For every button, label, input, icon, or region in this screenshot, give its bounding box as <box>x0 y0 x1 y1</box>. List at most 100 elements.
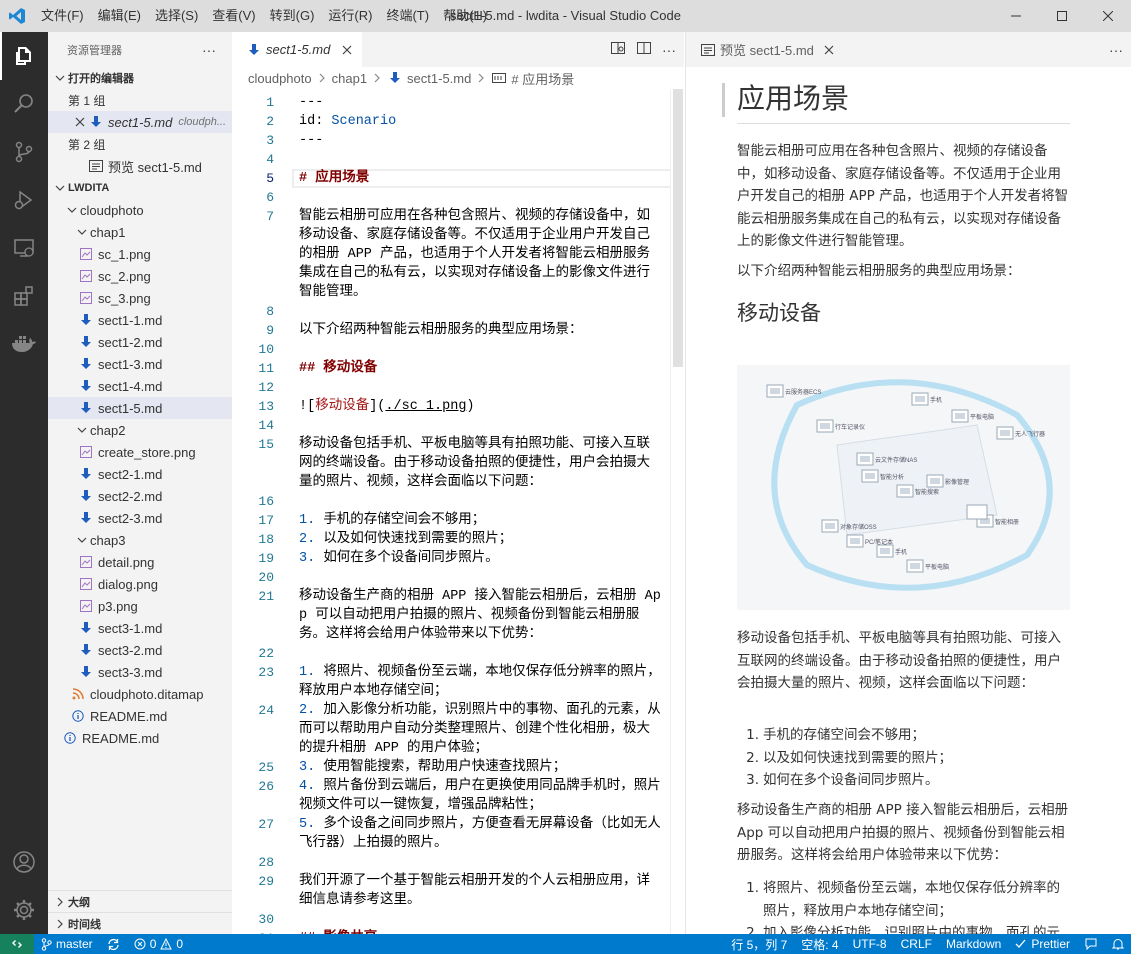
code-line: id: Scenario <box>299 114 397 129</box>
file-item[interactable]: cloudphoto.ditamap <box>48 683 232 705</box>
run-debug-icon[interactable] <box>0 176 48 224</box>
code-area[interactable]: 1 --- 2 id: Scenario 3 --- 4 5 # 应用场景 6 7 智能云相册可应用在… <box>232 89 684 934</box>
line-number: 21 <box>258 589 274 604</box>
line-number: 6 <box>266 190 274 205</box>
file-item[interactable]: README.md <box>48 727 232 749</box>
file-item[interactable]: sect1-5.md <box>48 397 232 419</box>
preview-paragraph: 智能云相册可应用在各种包含照片、视频的存储设备中，如移动设备、家庭存储设备等。不… <box>737 143 1069 249</box>
breadcrumb-item[interactable]: # 应用场景 <box>511 69 574 88</box>
close-window-button[interactable] <box>1085 0 1131 32</box>
folder-cloudphoto[interactable]: cloudphoto <box>48 199 232 221</box>
explorer-icon[interactable] <box>0 32 48 80</box>
diagram-label: 平板电脑 <box>925 563 949 571</box>
split-editor-icon[interactable] <box>636 40 652 59</box>
file-item[interactable]: sect1-4.md <box>48 375 232 397</box>
open-editor-item[interactable]: 预览 sect1-5.md <box>48 155 232 177</box>
folder-chap1[interactable]: chap1 <box>48 221 232 243</box>
file-item[interactable]: detail.png <box>48 551 232 573</box>
docker-icon[interactable] <box>0 320 48 368</box>
close-tab-icon[interactable] <box>824 45 834 55</box>
line-number: 22 <box>258 646 274 661</box>
file-item[interactable]: sc_1.png <box>48 243 232 265</box>
menu-item[interactable]: 文件(F) <box>34 0 91 32</box>
open-preview-to-side-icon[interactable] <box>610 40 626 59</box>
tab-sect1-5-md[interactable]: sect1-5.md <box>232 32 363 67</box>
image-file-icon <box>78 444 94 460</box>
md-image-url[interactable]: ./sc_1.png <box>385 399 466 414</box>
list-item: 3. 如何在多个设备间同步照片。 <box>737 769 1072 792</box>
indentation[interactable]: 空格: 4 <box>794 934 845 954</box>
timeline-section[interactable]: 时间线 <box>48 912 232 934</box>
encoding[interactable]: UTF-8 <box>846 934 894 954</box>
manage-gear-icon[interactable] <box>0 886 48 934</box>
line-number: 25 <box>258 760 274 775</box>
menu-item[interactable]: 终端(T) <box>379 0 436 32</box>
file-label: create_store.png <box>98 444 196 460</box>
language-mode[interactable]: Markdown <box>939 934 1008 954</box>
breadcrumb-item[interactable]: cloudphoto <box>248 71 312 86</box>
file-item[interactable]: sect1-2.md <box>48 331 232 353</box>
problems-indicator[interactable]: 0 0 <box>127 934 190 954</box>
file-item[interactable]: sect2-2.md <box>48 485 232 507</box>
file-item[interactable]: sect3-3.md <box>48 661 232 683</box>
feedback-button[interactable] <box>1077 934 1105 954</box>
menu-item[interactable]: 转到(G) <box>263 0 322 32</box>
sync-button[interactable] <box>100 934 127 954</box>
notifications-button[interactable] <box>1105 934 1131 954</box>
menu-item[interactable]: 帮助(H) <box>436 0 494 32</box>
extensions-icon[interactable] <box>0 272 48 320</box>
more-actions-icon[interactable]: ··· <box>662 42 676 58</box>
menu-item[interactable]: 查看(V) <box>205 0 262 32</box>
markdown-file-icon <box>88 114 104 130</box>
minimize-button[interactable] <box>993 0 1039 32</box>
menu-item[interactable]: 运行(R) <box>321 0 379 32</box>
list-item: 2. 以及如何快速找到需要的照片； <box>737 747 1072 770</box>
search-icon[interactable] <box>0 80 48 128</box>
open-editor-item[interactable]: sect1-5.md cloudph... <box>48 111 232 133</box>
editor-scrollbar[interactable] <box>670 89 684 934</box>
file-item[interactable]: sect3-1.md <box>48 617 232 639</box>
more-actions-button[interactable]: ··· <box>202 42 216 58</box>
file-item[interactable]: sect2-3.md <box>48 507 232 529</box>
git-branch[interactable]: master <box>34 934 100 954</box>
remote-indicator-icon[interactable] <box>0 934 34 954</box>
file-item[interactable]: sect2-1.md <box>48 463 232 485</box>
folder-chap2[interactable]: chap2 <box>48 419 232 441</box>
cursor-position[interactable]: 行 5，列 7 <box>724 934 794 954</box>
file-item[interactable]: sect1-3.md <box>48 353 232 375</box>
menu-item[interactable]: 选择(S) <box>148 0 205 32</box>
tab-preview[interactable]: 预览 sect1-5.md <box>686 32 844 67</box>
file-item[interactable]: sect1-1.md <box>48 309 232 331</box>
prettier-status[interactable]: Prettier <box>1008 934 1077 954</box>
file-item[interactable]: create_store.png <box>48 441 232 463</box>
source-control-icon[interactable] <box>0 128 48 176</box>
scrollbar-thumb[interactable] <box>673 89 683 367</box>
file-item[interactable]: p3.png <box>48 595 232 617</box>
list-number: 2. <box>746 925 759 934</box>
file-label: sect1-1.md <box>98 312 163 328</box>
chevron-down-icon <box>52 70 68 86</box>
account-icon[interactable] <box>0 838 48 886</box>
open-editors-section[interactable]: 打开的编辑器 <box>48 67 232 89</box>
file-item[interactable]: sc_2.png <box>48 265 232 287</box>
outline-section[interactable]: 大纲 <box>48 890 232 912</box>
breadcrumb-item[interactable]: sect1-5.md <box>407 71 471 86</box>
file-item[interactable]: sect3-2.md <box>48 639 232 661</box>
remote-explorer-icon[interactable] <box>0 224 48 272</box>
tab-label: sect1-5.md <box>266 42 331 57</box>
close-editor-icon[interactable] <box>72 114 88 130</box>
line-number: 2 <box>266 114 274 129</box>
menu-item[interactable]: 编辑(E) <box>91 0 148 32</box>
breadcrumb-item[interactable]: chap1 <box>332 71 367 86</box>
maximize-button[interactable] <box>1039 0 1085 32</box>
workspace-section[interactable]: LWDITA <box>48 177 232 199</box>
more-actions-icon[interactable]: ··· <box>1109 42 1123 58</box>
end-of-line[interactable]: CRLF <box>894 934 939 954</box>
file-item[interactable]: sc_3.png <box>48 287 232 309</box>
line-number: 27 <box>258 817 274 832</box>
file-item[interactable]: README.md <box>48 705 232 727</box>
close-tab-icon[interactable] <box>342 45 352 55</box>
folder-chap3[interactable]: chap3 <box>48 529 232 551</box>
diagram-node-face <box>900 488 910 494</box>
file-item[interactable]: dialog.png <box>48 573 232 595</box>
